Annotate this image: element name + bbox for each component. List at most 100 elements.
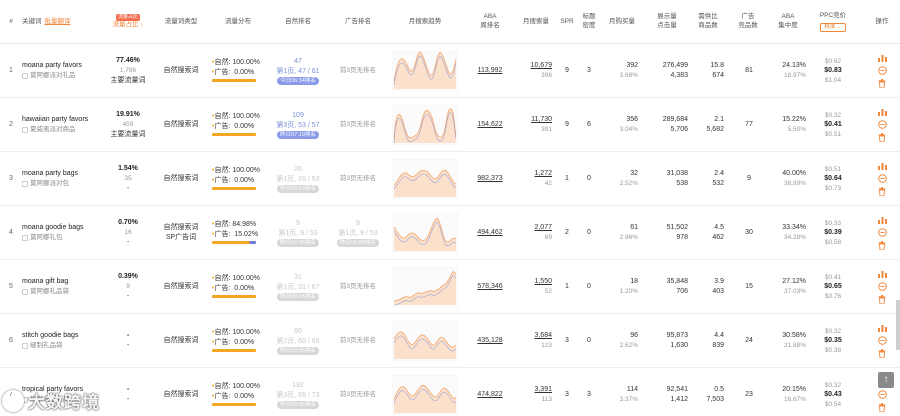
- bar-chart-icon[interactable]: [877, 324, 887, 332]
- trend-cell[interactable]: [392, 98, 458, 152]
- header-spr[interactable]: SPR: [556, 0, 578, 44]
- row-checkbox[interactable]: [22, 235, 28, 242]
- row-checkbox[interactable]: [22, 181, 28, 188]
- row-checkbox[interactable]: [22, 127, 28, 134]
- bar-chart-icon[interactable]: [877, 162, 887, 170]
- aba-rank-cell[interactable]: 494,462: [462, 206, 518, 260]
- impressions-cell: 95,873 1,630: [666, 331, 688, 349]
- keyword-text[interactable]: hawaiian party favors: [22, 115, 88, 125]
- table-row[interactable]: 7 tropical party favors 热带派对礼品 - - 自然搜索词…: [0, 368, 900, 416]
- aba-rank-cell[interactable]: 982,373: [462, 152, 518, 206]
- month-buy-cell: 32 2.52%: [619, 170, 638, 188]
- minus-circle-icon[interactable]: [877, 282, 887, 291]
- table-row[interactable]: 6 stitch goodie bags 缝制礼品袋 - - 自然搜索词 •自然…: [0, 314, 900, 368]
- header-share[interactable]: 流量占比 流量占比 ↓: [108, 0, 148, 44]
- share-cell: 0.70% 16 -: [118, 219, 138, 246]
- header-ad-products[interactable]: 广告 竞品数: [732, 0, 764, 44]
- header-month-buy[interactable]: 月购买量: [604, 0, 640, 44]
- trash-icon[interactable]: [878, 241, 886, 250]
- trend-cell[interactable]: [392, 152, 458, 206]
- row-checkbox[interactable]: [22, 343, 28, 350]
- natural-rank-cell: 26 第1页, 26 / 53 昨日09:03排名: [268, 152, 328, 206]
- aba-rank-cell[interactable]: 474,822: [462, 368, 518, 416]
- month-search-cell: 1,550 52: [534, 278, 552, 296]
- keyword-translation: 莫阿娜礼品袋: [30, 288, 69, 296]
- row-checkbox[interactable]: [22, 73, 28, 80]
- table-row[interactable]: 2 hawaiian party favors 夏威夷派对商品 19.91% 4…: [0, 98, 900, 152]
- trash-icon[interactable]: [878, 79, 886, 88]
- ad-rank-page: 第1页, 9 / 53: [338, 230, 378, 237]
- header-aba[interactable]: ABA 周排名: [462, 0, 518, 44]
- minus-circle-icon[interactable]: [877, 66, 887, 75]
- trend-cell[interactable]: [392, 260, 458, 314]
- trend-cell[interactable]: [392, 44, 458, 98]
- keyword-text[interactable]: moana party bags: [22, 169, 78, 179]
- table-row[interactable]: 4 moana goodie bags 莫阿娜礼包 0.70% 16 - 自然搜…: [0, 206, 900, 260]
- table-row[interactable]: 1 moana party favors 莫阿娜派对礼品 77.46% 1,78…: [0, 44, 900, 98]
- minus-circle-icon[interactable]: [877, 174, 887, 183]
- trend-cell[interactable]: [392, 368, 458, 416]
- bar-chart-icon[interactable]: [877, 108, 887, 116]
- natural-rank-value: 31: [294, 273, 302, 281]
- header-aba-concentration[interactable]: ABA 集中度: [768, 0, 808, 44]
- table-row[interactable]: 3 moana party bags 莫阿娜派对包 1.54% 35 - 自然搜…: [0, 152, 900, 206]
- trend-cell[interactable]: [392, 314, 458, 368]
- minus-circle-icon[interactable]: [877, 228, 887, 237]
- keyword-translation: 莫阿娜派对礼品: [30, 72, 76, 80]
- watermark-logo-icon: [2, 389, 24, 412]
- aba-rank-cell[interactable]: 113,992: [462, 44, 518, 98]
- header-action: 操作: [875, 17, 889, 25]
- chevron-down-icon: ⌄: [836, 23, 842, 30]
- natural-rank-value: 109: [292, 111, 304, 119]
- month-buy-cell: 114 3.37%: [619, 386, 638, 404]
- trash-icon[interactable]: [878, 403, 886, 412]
- back-to-top-button[interactable]: ↑: [878, 372, 894, 388]
- ppc-cell: $0.41 $0.65 $0.76: [824, 273, 842, 301]
- table-row[interactable]: 5 moana gift bag 莫阿娜礼品袋 0.39% 9 - 自然搜索词 …: [0, 260, 900, 314]
- header-keyword-label: 关键词: [22, 17, 42, 25]
- row-index: 4: [9, 228, 13, 236]
- header-supply-ratio[interactable]: 需供比 商品数: [690, 0, 726, 44]
- trash-icon[interactable]: [878, 133, 886, 142]
- bar-chart-icon[interactable]: [877, 270, 887, 278]
- natural-rank-page: 第1页, 31 / 67: [276, 284, 320, 291]
- batch-translate-link[interactable]: 批量翻译: [45, 18, 71, 27]
- keyword-text[interactable]: moana goodie bags: [22, 223, 84, 233]
- keyword-text[interactable]: moana party favors: [22, 61, 82, 71]
- trash-icon[interactable]: [878, 295, 886, 304]
- aba-rank-cell[interactable]: 154,622: [462, 98, 518, 152]
- header-title-density[interactable]: 标题 密度: [578, 0, 600, 44]
- header-impressions[interactable]: 展示量 点击量: [644, 0, 690, 44]
- minus-circle-icon[interactable]: [877, 120, 887, 129]
- natural-rank-page: 第1页, 26 / 53: [276, 176, 320, 183]
- spr-cell: 9: [565, 66, 569, 74]
- natural-rank-value: 47: [294, 57, 302, 65]
- ad-rank-none: 前3页无排名: [339, 391, 377, 399]
- bar-chart-icon[interactable]: [877, 54, 887, 62]
- ppc-cell: $0.51 $0.64 $0.73: [824, 165, 842, 193]
- natural-rank-page: 第2页, 60 / 69: [276, 338, 320, 345]
- title-density-cell: 0: [587, 228, 591, 236]
- row-checkbox[interactable]: [22, 289, 28, 296]
- row-index: 6: [9, 336, 13, 344]
- aba-rank-cell[interactable]: 435,128: [462, 314, 518, 368]
- ppc-match-select[interactable]: 精准 ⌄: [820, 22, 846, 33]
- keyword-text[interactable]: moana gift bag: [22, 277, 68, 287]
- aba-concentration-cell: 15.22% 5.50%: [782, 116, 806, 134]
- aba-rank-cell[interactable]: 578,346: [462, 260, 518, 314]
- minus-circle-icon[interactable]: [877, 336, 887, 345]
- natural-rank-page: 第3页, 53 / 57: [276, 122, 320, 129]
- header-index: #: [9, 17, 13, 25]
- scrollbar-thumb[interactable]: [896, 300, 900, 350]
- trash-icon[interactable]: [878, 349, 886, 358]
- impressions-cell: 289,684 5,706: [662, 115, 688, 133]
- header-month-search[interactable]: 月搜索量: [518, 0, 554, 44]
- keyword-cell: moana gift bag 莫阿娜礼品袋: [22, 260, 108, 314]
- keyword-translation: 缝制礼品袋: [30, 342, 63, 350]
- impressions-cell: 35,848 706: [666, 277, 688, 295]
- trend-cell[interactable]: [392, 206, 458, 260]
- keyword-text[interactable]: stitch goodie bags: [22, 331, 78, 341]
- bar-chart-icon[interactable]: [877, 216, 887, 224]
- trash-icon[interactable]: [878, 187, 886, 196]
- minus-circle-icon[interactable]: [877, 390, 887, 399]
